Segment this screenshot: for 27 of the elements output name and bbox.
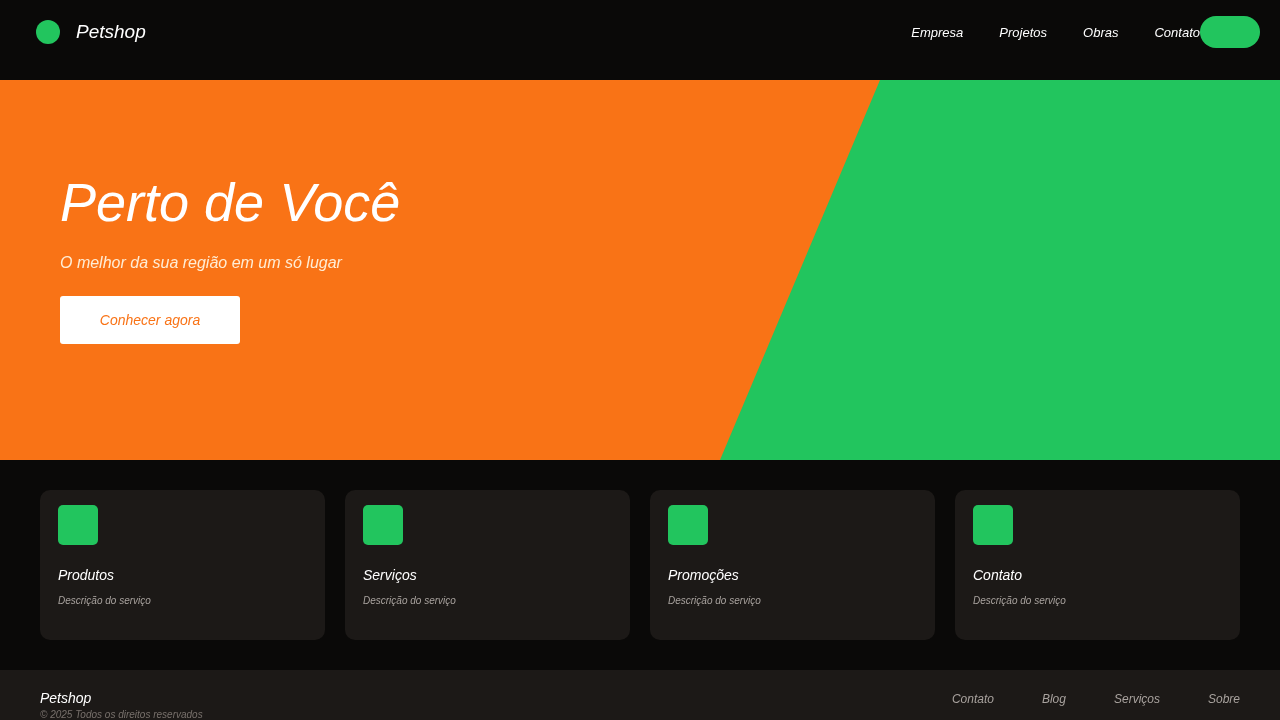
card-title: Serviços bbox=[363, 567, 417, 583]
card-description: Descrição do serviço bbox=[363, 595, 456, 606]
card-title: Promoções bbox=[668, 567, 739, 583]
nav-button[interactable] bbox=[1200, 16, 1260, 48]
copyright-text: © 2025 Todos os direitos reservados bbox=[40, 709, 203, 720]
card-icon bbox=[363, 505, 403, 545]
brand-name[interactable]: Petshop bbox=[76, 21, 146, 43]
card-title: Produtos bbox=[58, 567, 115, 583]
nav-link[interactable]: Empresa bbox=[911, 24, 964, 40]
logo-icon bbox=[36, 20, 60, 44]
footer-link[interactable]: Blog bbox=[1041, 690, 1066, 720]
footer-link[interactable]: Sobre bbox=[1207, 690, 1240, 720]
card-icon bbox=[58, 505, 98, 545]
nav-link[interactable]: Projetos bbox=[999, 24, 1048, 40]
nav-link[interactable]: Contato bbox=[1154, 24, 1200, 40]
hero-subtitle: O melhor da sua região em um só lugar bbox=[60, 254, 344, 272]
card-icon bbox=[973, 505, 1013, 545]
card-title: Contato bbox=[973, 567, 1023, 583]
card-description: Descrição do serviço bbox=[58, 595, 151, 606]
card-description: Descrição do serviço bbox=[973, 595, 1066, 606]
hero-title: Perto de Você bbox=[60, 171, 402, 234]
card-description: Descrição do serviço bbox=[668, 595, 761, 606]
nav-link[interactable]: Obras bbox=[1083, 24, 1119, 40]
card-icon bbox=[668, 505, 708, 545]
footer-brand: Petshop bbox=[40, 690, 93, 706]
footer-link[interactable]: Serviços bbox=[1113, 690, 1160, 720]
footer-link[interactable]: Contato bbox=[951, 690, 994, 720]
